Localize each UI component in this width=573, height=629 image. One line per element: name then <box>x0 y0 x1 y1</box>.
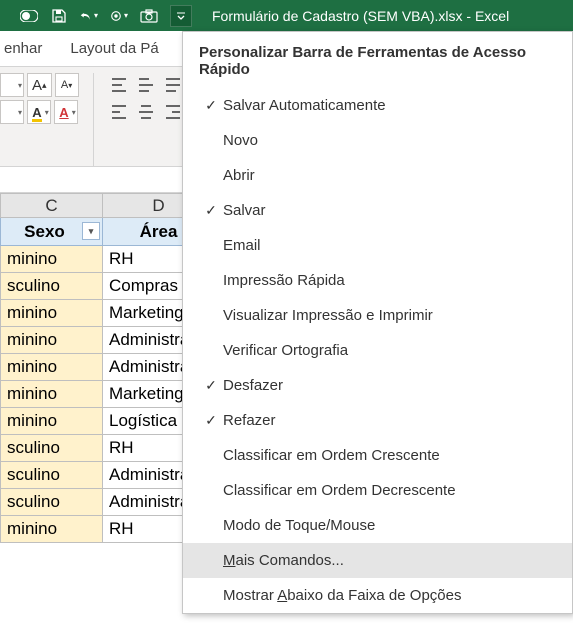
menu-item[interactable]: Novo <box>183 123 572 158</box>
menu-item-label: Mostrar Abaixo da Faixa de Opções <box>223 587 556 604</box>
menu-item-label: Visualizar Impressão e Imprimir <box>223 307 556 324</box>
camera-icon[interactable] <box>140 7 158 25</box>
menu-item[interactable]: Visualizar Impressão e Imprimir <box>183 298 572 333</box>
menu-item[interactable]: Classificar em Ordem Crescente <box>183 438 572 473</box>
cell-sexo[interactable]: sculino <box>1 273 103 300</box>
col-header-c[interactable]: C <box>1 194 103 218</box>
menu-item[interactable]: Impressão Rápida <box>183 263 572 298</box>
cell-sexo[interactable]: minino <box>1 381 103 408</box>
menu-item-label: Classificar em Ordem Crescente <box>223 447 556 464</box>
menu-item[interactable]: Verificar Ortografia <box>183 333 572 368</box>
cell-sexo[interactable]: minino <box>1 354 103 381</box>
align-center-button[interactable] <box>135 100 159 124</box>
save-icon[interactable] <box>50 7 68 25</box>
autosave-toggle-icon[interactable] <box>20 7 38 25</box>
font-select-partial[interactable]: ▾ <box>0 73 24 97</box>
filter-header-sexo[interactable]: Sexo ▾ <box>1 218 103 246</box>
menu-item-label: Impressão Rápida <box>223 272 556 289</box>
menu-item[interactable]: ✓Refazer <box>183 403 572 438</box>
align-top-button[interactable] <box>108 73 132 97</box>
check-icon: ✓ <box>199 97 223 114</box>
qat-customize-menu: Personalizar Barra de Ferramentas de Ace… <box>182 31 573 614</box>
menu-item[interactable]: Modo de Toque/Mouse <box>183 508 572 543</box>
header-sexo-label: Sexo <box>24 222 65 241</box>
cell-sexo[interactable]: sculino <box>1 462 103 489</box>
cell-sexo[interactable]: minino <box>1 408 103 435</box>
redo-icon[interactable]: ▾ <box>110 7 128 25</box>
menu-item-show-below[interactable]: Mostrar Abaixo da Faixa de Opções <box>183 578 572 613</box>
font-color-button[interactable]: A▾ <box>54 100 78 124</box>
alignment-group <box>108 73 186 166</box>
menu-item-label: Modo de Toque/Mouse <box>223 517 556 534</box>
qat-customize-dropdown[interactable] <box>170 5 192 27</box>
cell-sexo[interactable]: minino <box>1 516 103 543</box>
grow-font-button[interactable]: A▴ <box>27 73 52 97</box>
filter-dropdown-sexo[interactable]: ▾ <box>82 222 100 240</box>
app-name: - Excel <box>463 8 510 24</box>
file-name: Formulário de Cadastro (SEM VBA).xlsx <box>212 8 463 24</box>
menu-item-label: Desfazer <box>223 377 556 394</box>
tab-draw-partial[interactable]: enhar <box>4 40 42 57</box>
check-icon: ✓ <box>199 412 223 429</box>
menu-item-label: Mais Comandos... <box>223 552 556 569</box>
menu-item-label: Verificar Ortografia <box>223 342 556 359</box>
undo-icon[interactable]: ▾ <box>80 7 98 25</box>
cell-sexo[interactable]: minino <box>1 327 103 354</box>
menu-item-label: Abrir <box>223 167 556 184</box>
cell-sexo[interactable]: sculino <box>1 435 103 462</box>
border-button[interactable]: ▾ <box>0 100 24 124</box>
menu-item-label: Email <box>223 237 556 254</box>
menu-item[interactable]: Email <box>183 228 572 263</box>
menu-item-label: Novo <box>223 132 556 149</box>
shrink-font-button[interactable]: A▾ <box>55 73 79 97</box>
menu-item[interactable]: ✓Salvar <box>183 193 572 228</box>
check-icon: ✓ <box>199 202 223 219</box>
header-area-label: Área <box>140 222 178 241</box>
check-icon: ✓ <box>199 377 223 394</box>
menu-item[interactable]: Classificar em Ordem Decrescente <box>183 473 572 508</box>
menu-title: Personalizar Barra de Ferramentas de Ace… <box>183 32 572 88</box>
cell-sexo[interactable]: minino <box>1 300 103 327</box>
cell-sexo[interactable]: sculino <box>1 489 103 516</box>
font-group: ▾ A▴ A▾ ▾ A▾ A▾ <box>0 73 79 166</box>
menu-item-label: Classificar em Ordem Decrescente <box>223 482 556 499</box>
menu-item[interactable]: ✓Salvar Automaticamente <box>183 88 572 123</box>
menu-item[interactable]: Abrir <box>183 158 572 193</box>
titlebar: ▾ ▾ Formulário de Cadastro (SEM VBA).xls… <box>0 0 573 31</box>
menu-item[interactable]: ✓Desfazer <box>183 368 572 403</box>
menu-item-more-commands[interactable]: Mais Comandos... <box>183 543 572 578</box>
menu-item-label: Salvar Automaticamente <box>223 97 556 114</box>
menu-item-label: Refazer <box>223 412 556 429</box>
fill-color-button[interactable]: A▾ <box>27 100 51 124</box>
align-middle-button[interactable] <box>135 73 159 97</box>
cell-sexo[interactable]: minino <box>1 246 103 273</box>
menu-item-label: Salvar <box>223 202 556 219</box>
align-left-button[interactable] <box>108 100 132 124</box>
quick-access-toolbar: ▾ ▾ <box>0 5 192 27</box>
window-title: Formulário de Cadastro (SEM VBA).xlsx - … <box>212 8 509 24</box>
tab-page-layout-partial[interactable]: Layout da Pá <box>70 40 158 57</box>
